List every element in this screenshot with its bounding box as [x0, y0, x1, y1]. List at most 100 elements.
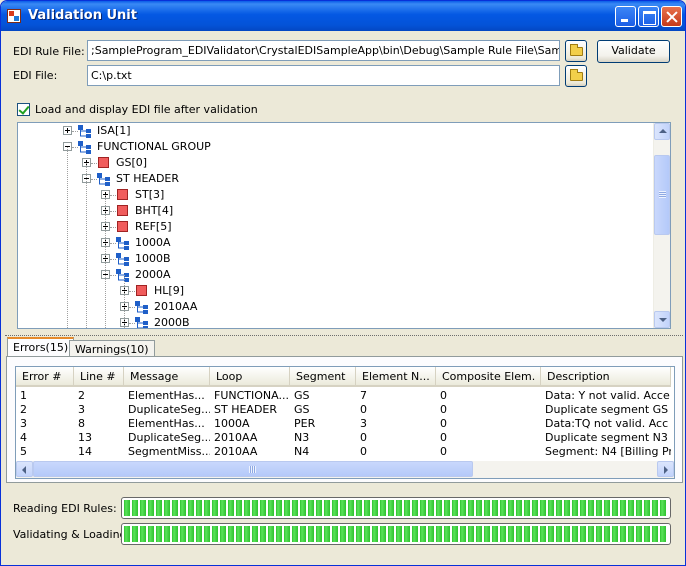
browse-edi-file-button[interactable] — [565, 65, 587, 87]
tree-node[interactable]: 2000A — [18, 267, 648, 283]
table-row[interactable]: 2 3 DuplicateSeg... ST HEADER GS 0 0 Duplicate … — [16, 403, 674, 417]
edi-file-input[interactable]: C:\p.txt — [87, 65, 560, 86]
scroll-right-button[interactable] — [657, 461, 674, 477]
rule-file-input[interactable]: ;SampleProgram_EDIValidator\CrystalEDISa… — [87, 40, 560, 61]
tree-node[interactable]: GS[0] — [18, 155, 648, 171]
errors-tab-panel: Error # Line # Message Loop Segment Element N… — [6, 356, 683, 483]
segment-icon — [117, 205, 128, 216]
tree-node[interactable]: FUNCTIONAL GROUP — [18, 139, 648, 155]
tree-node[interactable]: ST[3] — [18, 187, 648, 203]
table-cell: 0 — [360, 403, 367, 416]
tree-connector — [129, 291, 135, 292]
tree-vertical-scrollbar[interactable] — [653, 123, 670, 328]
table-row[interactable]: 3 8 ElementHas... 1000A PER 3 0 Data:TQ not val… — [16, 417, 674, 431]
column-header[interactable]: Line # — [74, 367, 124, 387]
table-cell: 0 — [440, 417, 447, 430]
tree-node[interactable]: ST HEADER — [18, 171, 648, 187]
tree-connector — [110, 195, 116, 196]
table-cell: Data:TQ not valid. Acc — [545, 417, 669, 430]
validating-loading-label: Validating & Loading: — [13, 528, 131, 541]
tree-node-label: ST[3] — [135, 188, 165, 201]
validate-button[interactable]: Validate — [597, 40, 670, 63]
table-cell: 8 — [78, 417, 85, 430]
grid-horizontal-scrollbar[interactable] — [16, 461, 674, 478]
table-cell: ElementHas... — [128, 389, 205, 402]
maximize-button[interactable] — [638, 6, 659, 27]
tree-node[interactable]: HL[9] — [18, 283, 648, 299]
table-row[interactable]: 4 13 DuplicateSeg... 2010AA N3 0 0 Duplicate se… — [16, 431, 674, 445]
column-header[interactable]: Composite Elem. — [436, 367, 541, 387]
minimize-button[interactable] — [615, 6, 636, 27]
tree-node[interactable]: 2000B — [18, 315, 648, 328]
table-row[interactable]: 1 2 ElementHas... FUNCTIONA... GS 7 0 Data: Y n… — [16, 389, 674, 403]
table-cell: 0 — [440, 403, 447, 416]
structure-icon — [78, 125, 91, 138]
structure-icon — [116, 269, 129, 282]
table-cell: 0 — [440, 431, 447, 444]
column-header[interactable]: Element N... — [356, 367, 436, 387]
table-cell: DuplicateSeg... — [128, 431, 210, 444]
progress-fill — [124, 526, 668, 542]
load-display-checkbox-label[interactable]: Load and display EDI file after validati… — [35, 103, 258, 116]
progress-fill — [124, 500, 668, 516]
table-cell: GS — [294, 389, 310, 402]
structure-icon — [97, 173, 110, 186]
validation-unit-window: Validation Unit EDI Rule File: ;SamplePr… — [0, 0, 686, 566]
table-cell: Duplicate segment GS — [545, 403, 669, 416]
load-display-checkbox[interactable] — [17, 103, 30, 116]
table-cell: DuplicateSeg... — [128, 403, 210, 416]
table-cell: 2010AA — [214, 445, 258, 458]
table-cell: 0 — [440, 445, 447, 458]
column-header[interactable]: Error # — [16, 367, 74, 387]
title-bar[interactable]: Validation Unit — [1, 1, 685, 31]
scroll-thumb[interactable] — [654, 155, 670, 235]
table-cell: FUNCTIONA... — [214, 389, 289, 402]
edi-file-label: EDI File: — [13, 69, 58, 82]
segment-icon — [136, 285, 147, 296]
scroll-thumb[interactable] — [33, 461, 473, 477]
splitter[interactable] — [5, 335, 683, 336]
table-cell: Duplicate segment N3 — [545, 431, 668, 444]
edi-tree-view[interactable]: ISA[1] FUNCTIONAL GROUP GS[0] ST HEADER ST[3… — [17, 122, 671, 329]
scroll-left-button[interactable] — [16, 461, 33, 477]
tree-node[interactable]: REF[5] — [18, 219, 648, 235]
table-cell: ST HEADER — [214, 403, 278, 416]
tree-connector — [110, 227, 116, 228]
table-cell: 5 — [20, 445, 27, 458]
table-row[interactable]: 5 14 SegmentMiss... 2010AA N4 0 0 Segment: N4 [… — [16, 445, 674, 459]
tree-node[interactable]: 1000B — [18, 251, 648, 267]
close-button[interactable] — [661, 6, 682, 27]
tree-node[interactable]: 2010AA — [18, 299, 648, 315]
scroll-down-button[interactable] — [654, 311, 670, 328]
structure-icon — [116, 237, 129, 250]
browse-rule-file-button[interactable] — [565, 40, 587, 62]
table-cell: N3 — [294, 431, 310, 444]
tree-node-label: 1000B — [135, 252, 171, 265]
rule-file-label: EDI Rule File: — [13, 45, 85, 58]
table-cell: SegmentMiss... — [128, 445, 210, 458]
errors-grid[interactable]: Error # Line # Message Loop Segment Element N… — [15, 366, 675, 479]
validating-loading-progress — [121, 523, 671, 545]
folder-icon — [570, 69, 583, 81]
column-header[interactable]: Loop — [210, 367, 290, 387]
tab-errors[interactable]: Errors(15) — [7, 337, 75, 358]
tree-node[interactable]: BHT[4] — [18, 203, 648, 219]
app-icon — [7, 9, 21, 23]
tree-node[interactable]: 1000A — [18, 235, 648, 251]
tree-node[interactable]: ISA[1] — [18, 123, 648, 139]
column-header[interactable]: Description — [541, 367, 671, 387]
expand-icon[interactable] — [63, 126, 72, 135]
table-cell: ElementHas... — [128, 417, 205, 430]
table-cell: 3 — [78, 403, 85, 416]
segment-icon — [117, 221, 128, 232]
tree-connector — [86, 163, 87, 328]
scroll-up-button[interactable] — [654, 123, 670, 140]
table-cell: 4 — [20, 431, 27, 444]
column-header[interactable]: Message — [124, 367, 210, 387]
column-header[interactable]: Segment — [290, 367, 356, 387]
segment-icon — [117, 189, 128, 200]
table-cell: N4 — [294, 445, 310, 458]
tree-node-label: 2000A — [135, 268, 171, 281]
tree-connector — [105, 195, 106, 328]
table-cell: 3 — [20, 417, 27, 430]
